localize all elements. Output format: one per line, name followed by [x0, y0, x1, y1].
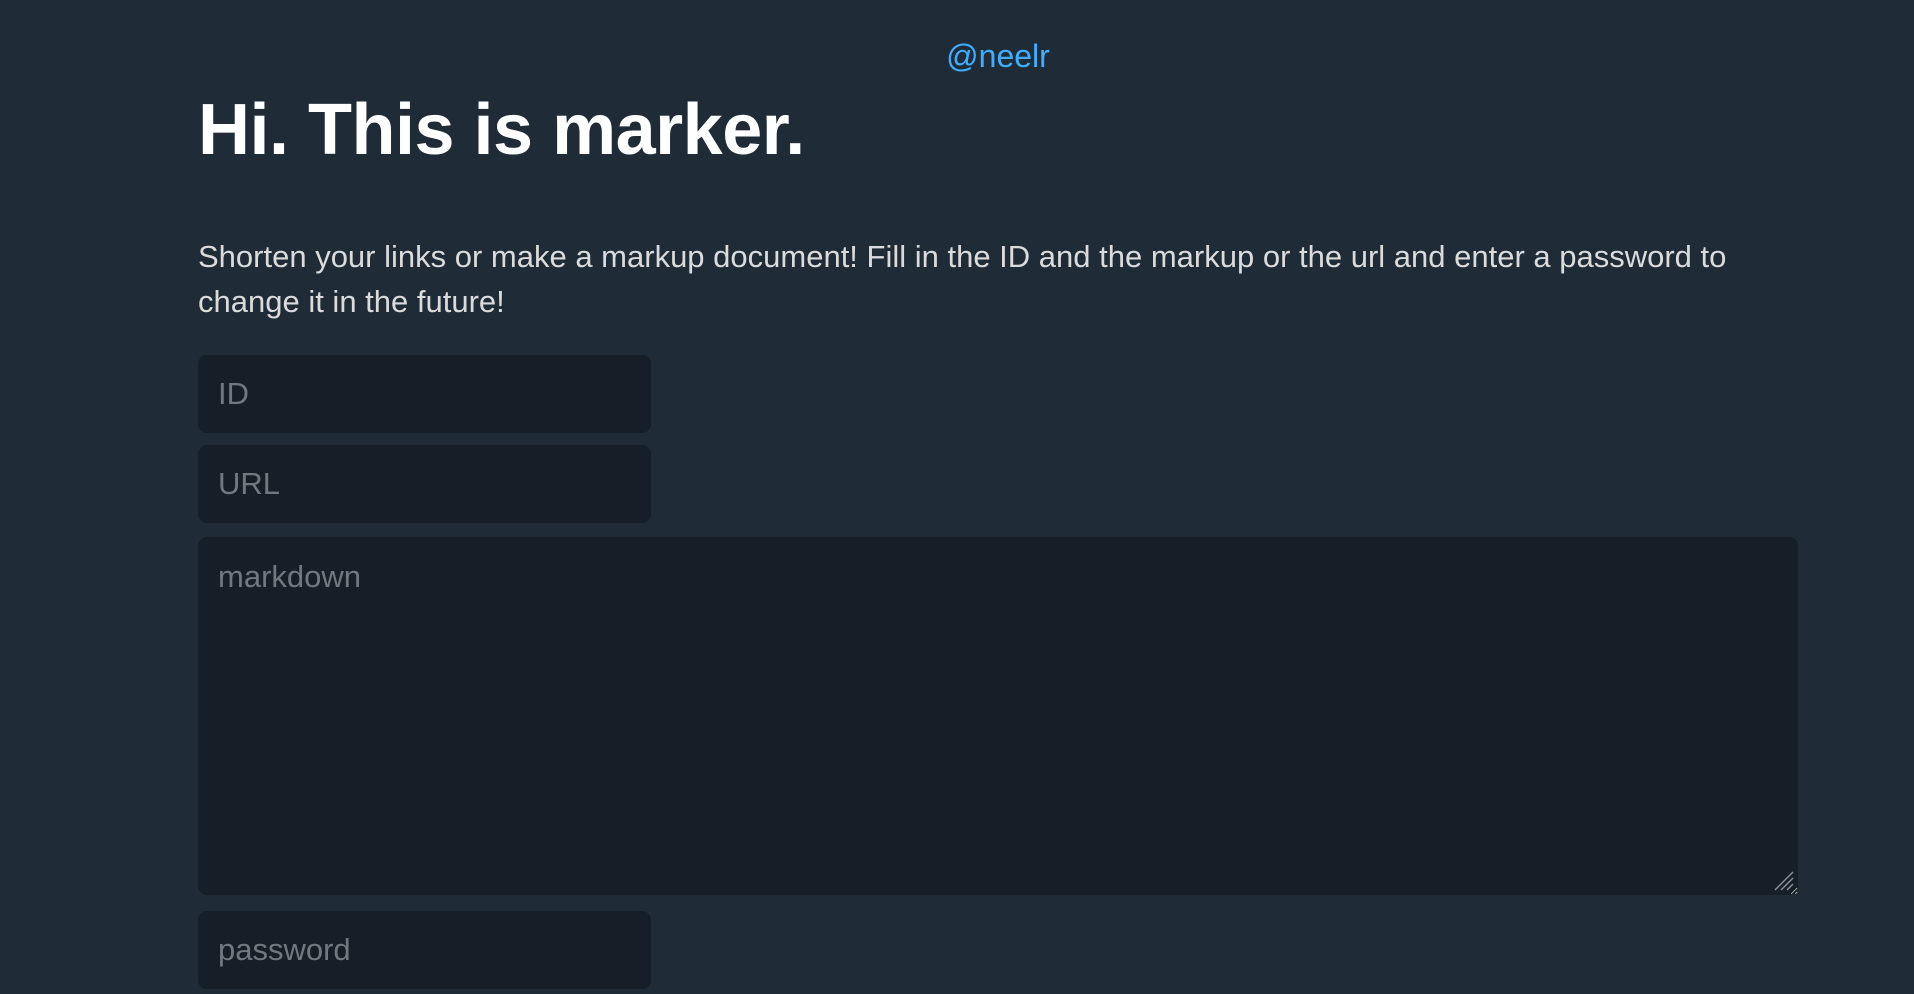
page: @neelr Hi. This is marker. Shorten your … [0, 0, 1914, 994]
user-link[interactable]: @neelr [0, 36, 1914, 76]
page-title: Hi. This is marker. [198, 90, 805, 170]
intro-text: Shorten your links or make a markup docu… [198, 239, 1727, 319]
markdown-textarea[interactable] [198, 537, 1798, 895]
url-input[interactable] [198, 445, 651, 523]
password-input[interactable] [198, 911, 651, 989]
id-input[interactable] [198, 355, 651, 433]
